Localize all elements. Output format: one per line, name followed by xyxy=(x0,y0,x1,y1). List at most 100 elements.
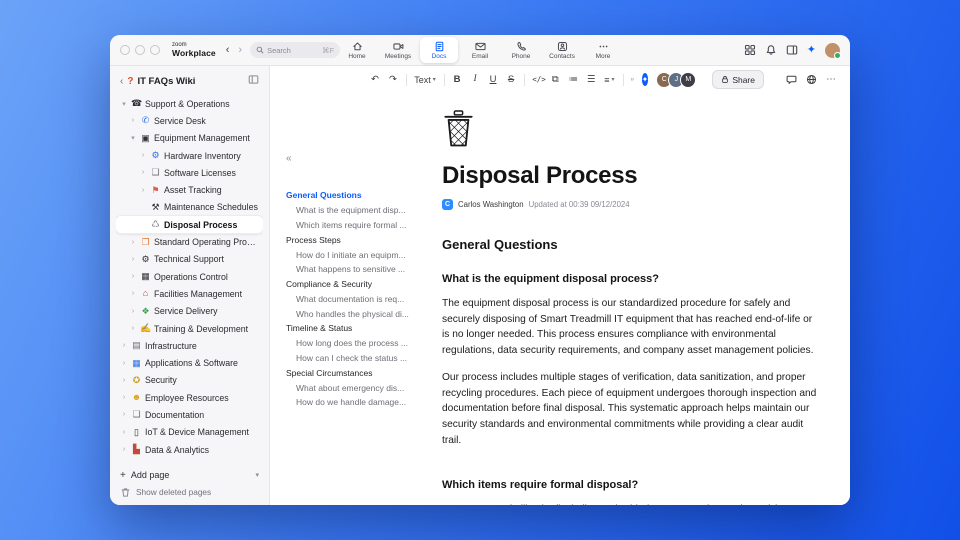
outline-item[interactable]: What is the equipment disp... xyxy=(286,203,436,218)
redo-icon[interactable]: ↷ xyxy=(388,75,398,85)
outline-item[interactable]: How long does the process ... xyxy=(286,336,436,351)
chevron-icon[interactable]: › xyxy=(129,256,137,263)
minimize-window-button[interactable] xyxy=(135,45,145,55)
code-button[interactable]: </> xyxy=(532,76,546,84)
more-options-icon[interactable]: ⋯ xyxy=(826,75,836,85)
outline-item[interactable]: What about emergency dis... xyxy=(286,380,436,395)
sidebar-item[interactable]: › ⚑ Asset Tracking xyxy=(116,181,263,198)
outline-item[interactable]: General Questions xyxy=(286,188,436,203)
undo-icon[interactable]: ↶ xyxy=(370,75,380,85)
sidebar-item[interactable]: › ⚙ Technical Support xyxy=(116,251,263,268)
chevron-icon[interactable]: › xyxy=(129,273,137,280)
outline-item[interactable]: How can I check the status ... xyxy=(286,351,436,366)
comment-add-icon[interactable] xyxy=(630,74,634,85)
sidebar-item[interactable]: › ▙ Data & Analytics xyxy=(116,441,263,458)
tab-phone[interactable]: Phone xyxy=(502,37,540,63)
bold-button[interactable]: B xyxy=(452,75,462,85)
bulleted-list-button[interactable]: ☰ xyxy=(586,75,596,85)
comments-icon[interactable] xyxy=(786,74,797,85)
tab-home[interactable]: Home xyxy=(338,37,376,63)
search-input[interactable]: Search ⌘F xyxy=(250,42,341,58)
sidebar-item[interactable]: › ✆ Service Desk xyxy=(116,112,263,129)
chevron-icon[interactable]: ▾ xyxy=(120,100,128,108)
chevron-icon[interactable]: › xyxy=(120,342,128,349)
back-arrow-icon[interactable]: ‹ xyxy=(226,44,230,56)
strikethrough-button[interactable]: S xyxy=(506,75,516,85)
add-page-button[interactable]: + Add page ▾ xyxy=(116,466,263,484)
sidebar-item[interactable]: › ⚙ Hardware Inventory xyxy=(116,147,263,164)
sidebar-item[interactable]: › ❐ Standard Operating Procedures xyxy=(116,233,263,250)
forward-arrow-icon[interactable]: › xyxy=(238,44,242,56)
sidebar-item[interactable]: › ✪ Security xyxy=(116,372,263,389)
sidebar-item[interactable]: › ▤ Infrastructure xyxy=(116,337,263,354)
link-button[interactable]: ⧉ xyxy=(550,75,560,85)
outline-item[interactable]: Timeline & Status xyxy=(286,321,436,336)
tab-docs[interactable]: Docs xyxy=(420,37,458,63)
italic-button[interactable]: I xyxy=(470,74,480,85)
outline-collapse-icon[interactable]: « xyxy=(286,153,436,164)
chevron-icon[interactable]: › xyxy=(139,187,147,194)
sidebar-item[interactable]: › ❑ Software Licenses xyxy=(116,164,263,181)
sidebar-item[interactable]: › ⌂ Facilities Management xyxy=(116,285,263,302)
chevron-icon[interactable]: › xyxy=(129,239,137,246)
sidebar-item[interactable]: › ✍ Training & Development xyxy=(116,320,263,337)
chevron-icon[interactable]: › xyxy=(139,169,147,176)
tab-contacts[interactable]: Contacts xyxy=(543,37,581,63)
chevron-icon[interactable]: › xyxy=(129,290,137,297)
close-window-button[interactable] xyxy=(120,45,130,55)
outline-item[interactable]: How do I initiate an equipm... xyxy=(286,247,436,262)
outline-item[interactable]: What documentation is req... xyxy=(286,291,436,306)
numbered-list-button[interactable]: ≔ xyxy=(568,75,579,85)
chevron-icon[interactable]: › xyxy=(120,394,128,401)
globe-icon[interactable] xyxy=(806,74,817,85)
sidebar-item[interactable]: › ▯ IoT & Device Management xyxy=(116,424,263,441)
apps-grid-icon[interactable] xyxy=(744,44,756,56)
outline-item[interactable]: How do we handle damage... xyxy=(286,395,436,410)
chevron-icon[interactable]: › xyxy=(120,360,128,367)
sidebar-item[interactable]: › ▦ Applications & Software xyxy=(116,354,263,371)
alignment-dropdown[interactable]: ≡ ▾ xyxy=(604,75,614,85)
side-panel-toggle-icon[interactable] xyxy=(786,44,798,56)
chevron-icon[interactable]: › xyxy=(120,429,128,436)
sidebar-item[interactable]: ▾ ☎ Support & Operations xyxy=(116,95,263,112)
sidebar-item[interactable]: › ❖ Service Delivery xyxy=(116,303,263,320)
underline-button[interactable]: U xyxy=(488,75,498,85)
sidebar-item[interactable]: ▾ ▣ Equipment Management xyxy=(116,130,263,147)
tab-email[interactable]: Email xyxy=(461,37,499,63)
ai-assistant-icon[interactable]: ✦ xyxy=(641,73,649,86)
tab-more[interactable]: More xyxy=(584,37,622,63)
outline-item[interactable]: Special Circumstances xyxy=(286,365,436,380)
sidebar-item[interactable]: › ☻ Employee Resources xyxy=(116,389,263,406)
sidebar-back-icon[interactable]: ‹ xyxy=(120,76,123,87)
chevron-icon[interactable]: › xyxy=(129,117,137,124)
chevron-icon[interactable]: › xyxy=(120,411,128,418)
share-button[interactable]: Share xyxy=(712,70,764,89)
chevron-icon[interactable]: › xyxy=(120,446,128,453)
collaborator-avatar[interactable]: M xyxy=(680,71,697,88)
sidebar-item[interactable]: ♺ Disposal Process xyxy=(116,216,263,234)
search-shortcut: ⌘F xyxy=(321,45,335,55)
outline-item[interactable]: Compliance & Security xyxy=(286,277,436,292)
footer-collapse-icon[interactable]: ▾ xyxy=(255,471,259,479)
sidebar-item[interactable]: › ▦ Operations Control xyxy=(116,268,263,285)
outline-item[interactable]: Process Steps xyxy=(286,232,436,247)
maximize-window-button[interactable] xyxy=(150,45,160,55)
ai-companion-icon[interactable]: ✦ xyxy=(807,44,816,56)
text-style-dropdown[interactable]: Text ▾ xyxy=(414,75,436,85)
chevron-icon[interactable]: › xyxy=(139,152,147,159)
outline-item[interactable]: What happens to sensitive ... xyxy=(286,262,436,277)
sidebar-collapse-icon[interactable] xyxy=(248,74,259,88)
outline-item[interactable]: Who handles the physical di... xyxy=(286,306,436,321)
show-deleted-pages-button[interactable]: Show deleted pages xyxy=(116,484,263,500)
chevron-icon[interactable]: ▾ xyxy=(129,134,137,142)
tab-meetings[interactable]: Meetings xyxy=(379,37,417,63)
notifications-bell-icon[interactable] xyxy=(765,44,777,56)
document-content[interactable]: Disposal Process C Carlos Washington Upd… xyxy=(442,93,850,505)
outline-item[interactable]: Which items require formal ... xyxy=(286,218,436,233)
chevron-icon[interactable]: › xyxy=(120,377,128,384)
sidebar-item[interactable]: › ❏ Documentation xyxy=(116,406,263,423)
sidebar-item[interactable]: ⚒ Maintenance Schedules xyxy=(116,199,263,216)
user-avatar[interactable] xyxy=(825,42,841,59)
chevron-icon[interactable]: › xyxy=(129,325,137,332)
chevron-icon[interactable]: › xyxy=(129,308,137,315)
